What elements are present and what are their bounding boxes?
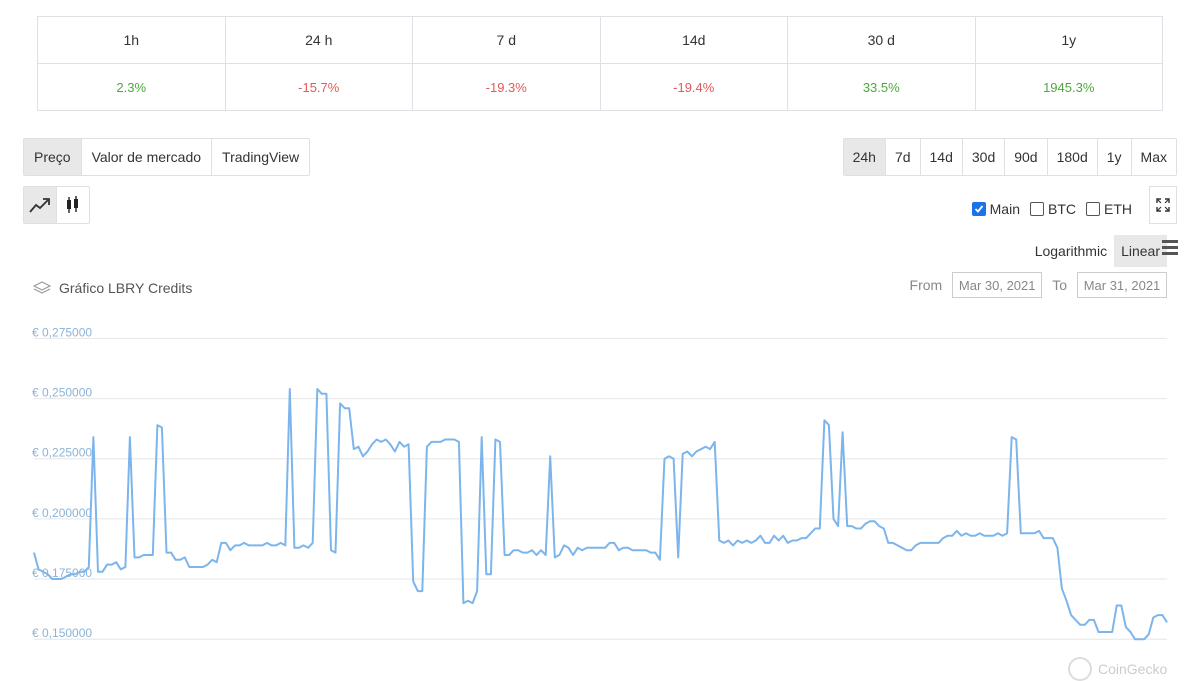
y-tick-label: € 0,150000 [32,626,92,640]
checkbox-eth[interactable] [1086,202,1100,216]
from-date-input[interactable] [952,272,1043,298]
perf-header-24h: 24 h [224,16,413,64]
price-chart: € 0,150000€ 0,175000€ 0,200000€ 0,225000… [32,325,1168,641]
tab-price[interactable]: Preço [24,139,82,175]
chart-title: Gráfico LBRY Credits [33,280,192,296]
checkbox-btc[interactable] [1030,202,1044,216]
perf-header-7d: 7 d [412,16,601,64]
range-max[interactable]: Max [1132,139,1176,175]
scale-linear[interactable]: Linear [1114,235,1167,267]
perf-value-1y: 1945.3% [974,63,1163,111]
range-180d[interactable]: 180d [1048,139,1098,175]
y-tick-label: € 0,225000 [32,446,92,460]
to-label: To [1052,277,1067,293]
perf-value-1h: 2.3% [37,63,226,111]
layers-icon [33,281,51,294]
compare-options: Main BTC ETH [971,201,1132,217]
y-tick-label: € 0,250000 [32,386,92,400]
performance-values-row: 2.3% -15.7% -19.3% -19.4% 33.5% 1945.3% [37,63,1163,111]
range-24h[interactable]: 24h [843,139,886,175]
chart-type-toggle [23,186,90,224]
tab-tradingview[interactable]: TradingView [212,139,309,175]
date-range: From To [910,272,1167,298]
compare-btc[interactable]: BTC [1030,201,1076,217]
from-label: From [909,277,943,293]
performance-header-row: 1h 24 h 7 d 14d 30 d 1y [37,16,1163,64]
price-series-line[interactable] [33,388,1168,641]
compare-main[interactable]: Main [971,201,1020,217]
range-1y[interactable]: 1y [1098,139,1132,175]
perf-header-1y: 1y [974,16,1163,64]
perf-header-30d: 30 d [787,16,976,64]
fullscreen-icon[interactable] [1149,186,1177,224]
line-chart-icon[interactable] [24,187,57,223]
coingecko-credit: CoinGecko [1068,657,1167,681]
scale-logarithmic[interactable]: Logarithmic [1028,235,1114,267]
tab-market-cap[interactable]: Valor de mercado [82,139,213,175]
compare-main-label: Main [989,201,1020,217]
hamburger-menu-icon[interactable] [1162,240,1178,258]
view-tabs: Preço Valor de mercado TradingView [23,138,311,176]
y-tick-label: € 0,200000 [32,506,92,520]
perf-value-30d: 33.5% [787,63,976,111]
compare-eth[interactable]: ETH [1086,201,1132,217]
checkbox-main[interactable] [971,202,986,216]
scale-toggle: Logarithmic Linear [1028,235,1167,267]
perf-value-14d: -19.4% [599,63,788,111]
compare-eth-label: ETH [1104,201,1132,217]
credit-text: CoinGecko [1098,661,1168,677]
range-14d[interactable]: 14d [921,139,963,175]
to-date-input[interactable] [1077,272,1167,298]
perf-value-24h: -15.7% [224,63,413,111]
range-tabs: 24h 7d 14d 30d 90d 180d 1y Max [842,138,1177,176]
y-tick-label: € 0,275000 [32,325,92,339]
range-7d[interactable]: 7d [886,139,921,175]
candlestick-icon[interactable] [57,187,89,223]
perf-header-1h: 1h [37,16,226,64]
performance-table: 1h 24 h 7 d 14d 30 d 1y 2.3% -15.7% -19.… [37,16,1163,111]
range-30d[interactable]: 30d [963,139,1006,175]
perf-header-14d: 14d [599,16,788,64]
compare-btc-label: BTC [1048,201,1076,217]
range-90d[interactable]: 90d [1005,139,1048,175]
chart-title-text: Gráfico LBRY Credits [59,280,193,296]
coingecko-logo-icon [1068,657,1092,681]
perf-value-7d: -19.3% [412,63,601,111]
